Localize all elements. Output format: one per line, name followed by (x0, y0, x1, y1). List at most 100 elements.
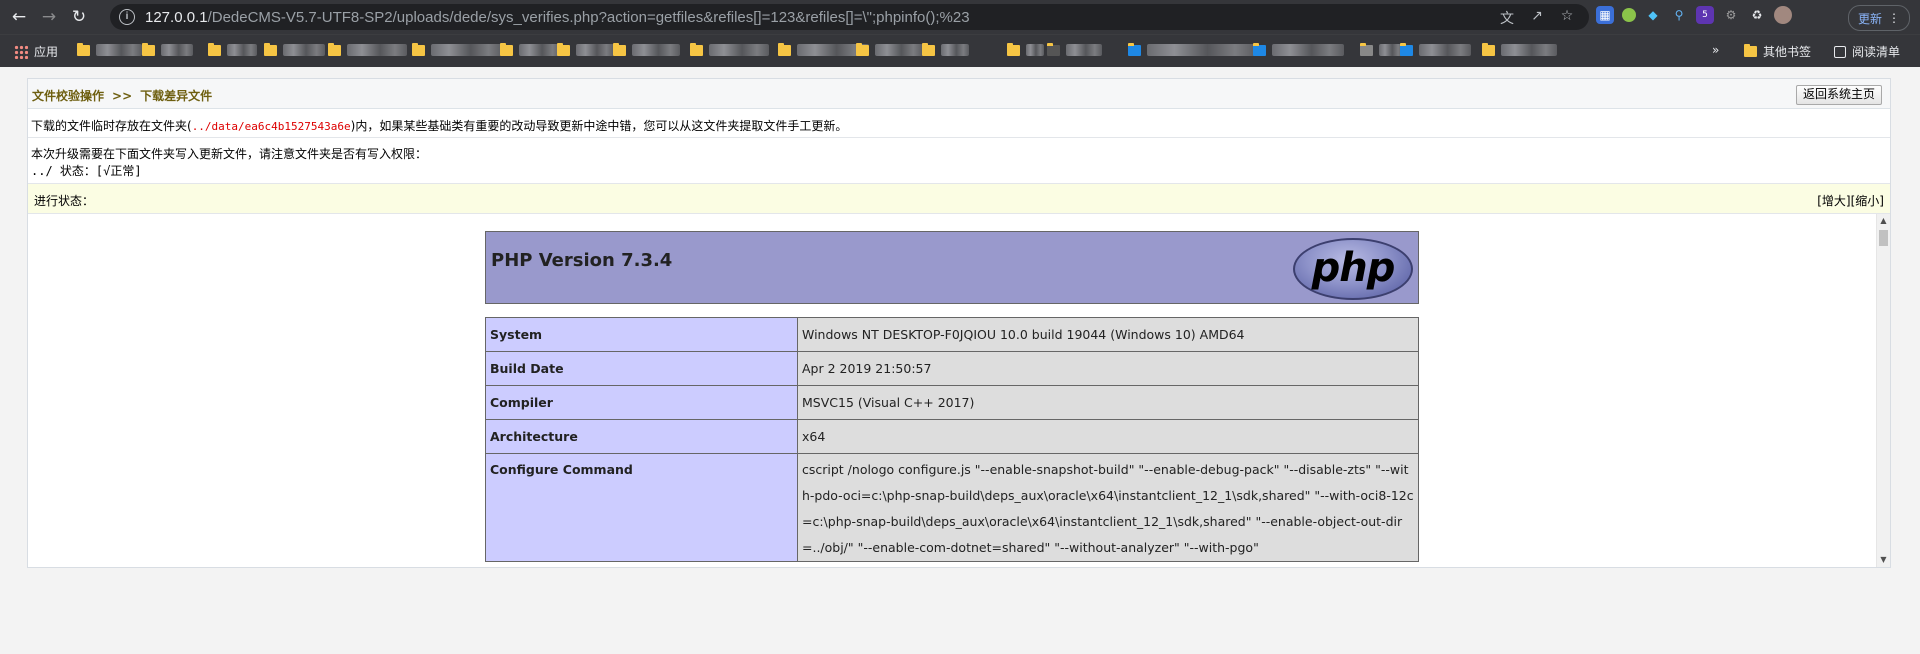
row-key: Configure Command (485, 453, 798, 562)
breadcrumb-separator: >> (112, 89, 133, 103)
bookmark-item[interactable] (264, 42, 325, 56)
extensions-puzzle-icon[interactable]: ♻ (1748, 6, 1766, 24)
bookmark-item[interactable] (77, 42, 142, 56)
extension-blue-icon[interactable]: ▦ (1596, 6, 1614, 24)
status-iframe[interactable]: PHP Version 7.3.4 php System Windows NT … (28, 214, 1878, 567)
bookmark-folder-icon (690, 42, 703, 56)
share-icon[interactable]: ↗ (1529, 8, 1545, 28)
extension-badge-icon[interactable]: 5 (1696, 6, 1714, 24)
bookmark-folder-icon (922, 42, 935, 56)
bookmark-item[interactable] (613, 42, 680, 56)
more-menu-icon[interactable]: ⋮ (1888, 11, 1900, 25)
bookmark-item[interactable] (1253, 42, 1344, 56)
bookmark-item[interactable] (1007, 42, 1044, 56)
update-button[interactable]: 更新 ⋮ (1848, 5, 1910, 31)
shrink-link[interactable]: [缩小] (1851, 192, 1884, 209)
extension-badge-count: 5 (1702, 10, 1708, 20)
translate-icon[interactable]: 文 (1499, 8, 1515, 28)
update-label: 更新 (1857, 11, 1882, 26)
bookmarks-overflow-icon[interactable]: » (1712, 43, 1719, 57)
url-path: /DedeCMS-V5.7-UTF8-SP2/uploads/dede/sys_… (207, 8, 970, 26)
divider (28, 137, 1890, 138)
back-arrow-icon[interactable]: ← (8, 6, 30, 28)
row-value: Apr 2 2019 21:50:57 (797, 351, 1419, 386)
other-bookmarks[interactable]: 其他书签 (1744, 43, 1811, 60)
browser-toolbar: ← → ↻ i 127.0.0.1/DedeCMS-V5.7-UTF8-SP2/… (0, 0, 1920, 34)
table-row: Configure Command cscript /nologo config… (485, 453, 1419, 562)
profile-avatar[interactable] (1774, 6, 1792, 24)
scroll-down-arrow-icon[interactable]: ▼ (1877, 553, 1890, 567)
bookmark-star-icon[interactable]: ☆ (1559, 8, 1575, 28)
bookmarks-bar: 应用 » 其他书签 阅读清单 (0, 34, 1920, 67)
bookmark-item[interactable] (856, 42, 923, 56)
bookmark-folder-icon (557, 42, 570, 56)
breadcrumb-download-diff: 下载差异文件 (140, 89, 213, 103)
bookmark-item[interactable] (412, 42, 503, 56)
scroll-thumb[interactable] (1879, 230, 1888, 246)
bookmark-folder-icon (412, 42, 425, 56)
row-value: MSVC15 (Visual C++ 2017) (797, 385, 1419, 420)
bookmark-item[interactable] (922, 42, 969, 56)
apps-shortcut[interactable]: 应用 (14, 43, 58, 60)
bookmark-item[interactable] (690, 42, 769, 56)
bookmark-folder-icon (500, 42, 513, 56)
site-info-icon[interactable]: i (119, 9, 135, 25)
apps-grid-icon (14, 44, 28, 59)
bookmark-folder-icon (77, 42, 90, 56)
bookmark-item[interactable] (1128, 42, 1257, 56)
reading-list[interactable]: 阅读清单 (1834, 43, 1900, 60)
bookmark-item[interactable] (1047, 42, 1102, 56)
bookmark-item[interactable] (328, 42, 407, 56)
url-host: 127.0.0.1 (145, 8, 208, 26)
php-version-title: PHP Version 7.3.4 (491, 250, 673, 271)
bookmark-item[interactable] (500, 42, 561, 56)
forward-arrow-icon[interactable]: → (38, 6, 60, 28)
scroll-up-arrow-icon[interactable]: ▲ (1877, 214, 1890, 228)
progress-status-label: 进行状态： (34, 194, 95, 208)
bookmark-favicon (1400, 42, 1413, 56)
extension-gear-icon[interactable]: ⚙ (1722, 6, 1740, 24)
extension-green-circle-icon[interactable] (1622, 8, 1636, 22)
bookmark-folder-icon (856, 42, 869, 56)
reload-icon[interactable]: ↻ (68, 6, 90, 28)
folder-status: ../ 状态：[√正常] (31, 164, 142, 178)
temp-folder-path: ../data/ea6c4b1527543a6e (191, 120, 351, 133)
extensions-area: ▦ ◆ ⚲ 5 ⚙ ♻ (1596, 6, 1792, 24)
url-text[interactable]: 127.0.0.1/DedeCMS-V5.7-UTF8-SP2/uploads/… (145, 9, 970, 26)
extension-pin-icon[interactable]: ⚲ (1670, 6, 1688, 24)
phpinfo-table: System Windows NT DESKTOP-F0JQIOU 10.0 b… (485, 317, 1419, 562)
address-bar[interactable]: i 127.0.0.1/DedeCMS-V5.7-UTF8-SP2/upload… (110, 4, 1589, 30)
phpinfo-header: PHP Version 7.3.4 php (485, 231, 1419, 304)
bookmark-item[interactable] (142, 42, 193, 56)
bookmark-folder-icon (142, 42, 155, 56)
return-home-button[interactable]: 返回系统主页 (1795, 85, 1882, 105)
bookmark-item[interactable] (1482, 42, 1557, 56)
progress-status-bar: 进行状态： [增大] [缩小] (28, 183, 1890, 214)
php-logo: php (1293, 238, 1413, 300)
bookmark-item[interactable] (557, 42, 614, 56)
table-row: Compiler MSVC15 (Visual C++ 2017) (485, 385, 1419, 420)
iframe-scrollbar[interactable]: ▲ ▼ (1876, 214, 1890, 567)
other-bookmarks-label: 其他书签 (1763, 45, 1812, 59)
reading-list-label: 阅读清单 (1852, 45, 1901, 59)
bookmark-item[interactable] (1360, 42, 1403, 56)
bookmark-folder-icon (328, 42, 341, 56)
other-bookmarks-folder-icon (1744, 44, 1757, 57)
temp-folder-notice: 下载的文件临时存放在文件夹(../data/ea6c4b1527543a6e)内… (31, 117, 847, 134)
bookmark-item[interactable] (1400, 42, 1471, 56)
bookmark-favicon (1047, 42, 1060, 56)
enlarge-link[interactable]: [增大] (1817, 192, 1850, 209)
bookmark-favicon (1360, 42, 1373, 56)
extension-diamond-icon[interactable]: ◆ (1644, 6, 1662, 24)
row-value: cscript /nologo configure.js "--enable-s… (797, 453, 1419, 562)
bookmark-item[interactable] (208, 42, 257, 56)
bookmark-folder-icon (1482, 42, 1495, 56)
breadcrumb-file-verify[interactable]: 文件校验操作 (32, 89, 104, 103)
bookmark-folder-icon (613, 42, 626, 56)
permission-notice: 本次升级需要在下面文件夹写入更新文件，请注意文件夹是否有写入权限： (31, 147, 428, 161)
table-row: Build Date Apr 2 2019 21:50:57 (485, 351, 1419, 386)
bookmark-folder-icon (1007, 42, 1020, 56)
bookmark-favicon (1128, 42, 1141, 56)
bookmark-favicon (1253, 42, 1266, 56)
row-key: System (485, 317, 798, 352)
